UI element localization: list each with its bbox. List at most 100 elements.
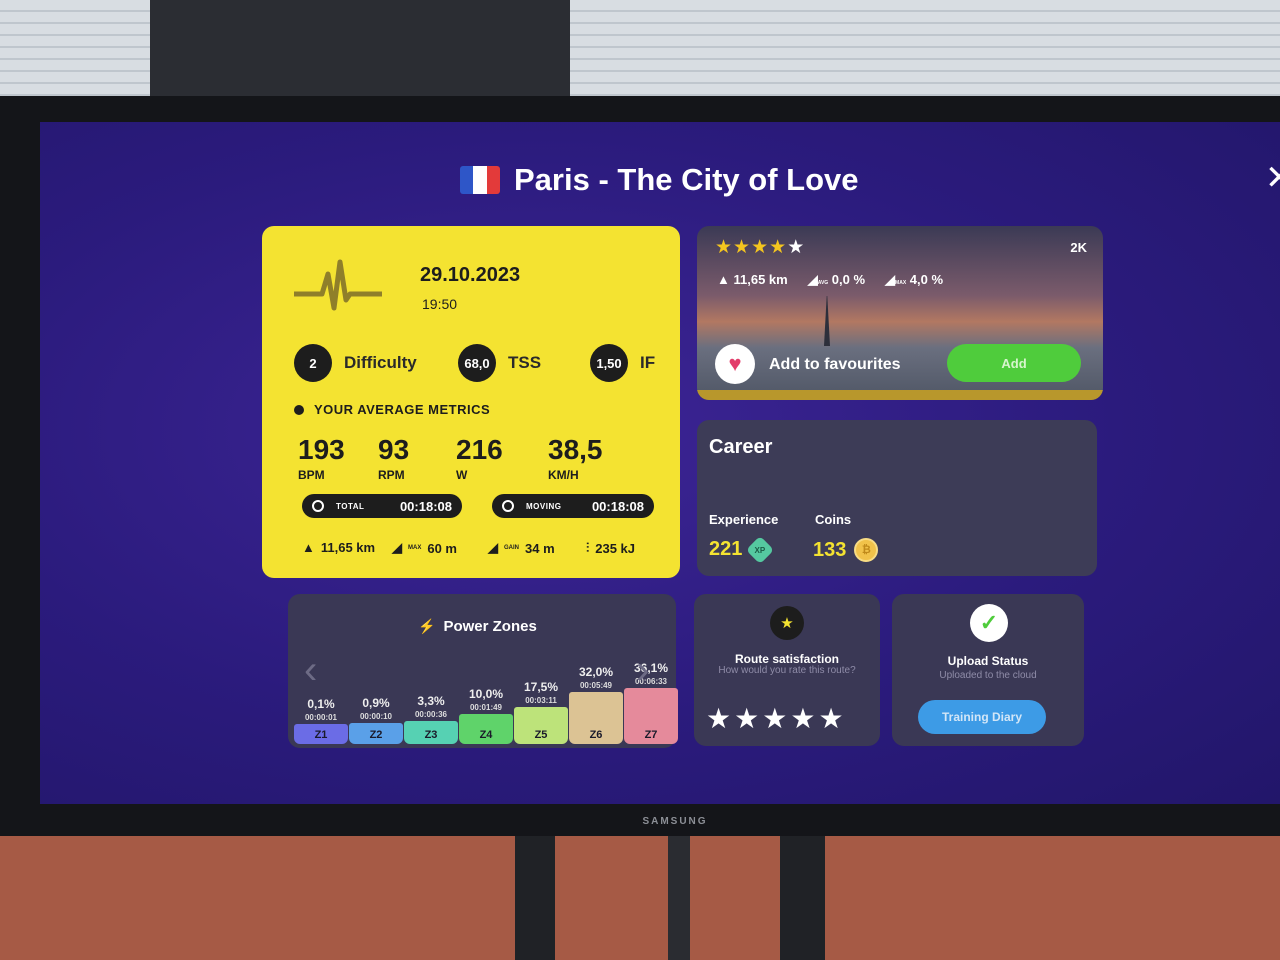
- route-distance: ▲ 11,65 km: [717, 272, 788, 287]
- app-screen: Paris - The City of Love ✕ 29.10.2023 19…: [40, 122, 1280, 804]
- power-zone-bar: Z3: [404, 721, 458, 744]
- energy-icon: ⫶: [586, 540, 590, 555]
- power-zone-z5: 17,5% 00:03:11 Z5: [514, 642, 568, 744]
- metric-unit: RPM: [378, 468, 405, 482]
- heartbeat-icon: [294, 259, 382, 311]
- power-zones-title-text: Power Zones: [443, 618, 537, 635]
- upload-title: Upload Status: [947, 654, 1029, 668]
- france-flag-icon: [460, 166, 500, 194]
- metric-value: 38,5: [548, 434, 603, 465]
- star-filled-icon: ★: [715, 237, 734, 258]
- difficulty-label: Difficulty: [344, 353, 417, 372]
- power-zone-bar: Z4: [459, 714, 513, 744]
- power-zone-bar: Z7: [624, 688, 678, 744]
- power-zone-label: Z3: [424, 729, 438, 741]
- power-zone-bar: Z6: [569, 692, 623, 744]
- metric-value: 216: [456, 434, 503, 465]
- metrics-heading-text: YOUR AVERAGE METRICS: [314, 402, 491, 417]
- xp-icon-label: XP: [755, 544, 766, 554]
- power-zone-duration: 00:03:11: [525, 696, 557, 705]
- heart-icon[interactable]: ♥: [715, 344, 755, 384]
- metric-heart-rate: 193 BPM: [298, 434, 345, 482]
- experience-value-group: 221 XP: [709, 535, 775, 564]
- resolution-badge: 2K: [1070, 240, 1087, 255]
- close-icon[interactable]: ✕: [1265, 158, 1280, 198]
- metrics-icon: [294, 404, 304, 415]
- power-zone-percent: 0,1%: [307, 697, 335, 711]
- star-filled-icon: ★: [769, 237, 788, 258]
- total-time-pill: TOTAL 00:18:08: [302, 494, 462, 518]
- moving-time-label: MOVING: [526, 501, 562, 511]
- stat-label: MAX: [408, 545, 422, 551]
- stat-elevation-gain: ◢ GAIN 34 m: [488, 540, 555, 556]
- power-zone-bar: Z5: [514, 707, 568, 744]
- power-zone-percent: 32,0%: [578, 665, 614, 679]
- upload-status-card: ✓ Upload Status Uploaded to the cloud Tr…: [892, 594, 1084, 746]
- power-zone-label: Z1: [314, 729, 328, 741]
- chevron-right-icon[interactable]: ›: [636, 648, 649, 693]
- add-favourite-button[interactable]: Add: [947, 344, 1081, 382]
- power-zone-percent: 10,0%: [468, 687, 504, 701]
- star-filled-icon: ★: [733, 237, 752, 258]
- power-zone-percent: 0,9%: [362, 696, 390, 710]
- training-diary-button[interactable]: Training Diary: [918, 700, 1046, 734]
- stat-label: GAIN: [504, 545, 519, 551]
- distance-icon: ▲: [302, 540, 315, 555]
- coins-value: 133: [813, 538, 847, 561]
- clock-icon: [312, 500, 324, 512]
- page-header: Paris - The City of Love: [460, 162, 859, 198]
- metric-unit: W: [456, 468, 468, 482]
- lightning-icon: ⚡: [418, 618, 436, 634]
- power-zone-z1: 0,1% 00:00:01 Z1: [294, 642, 348, 744]
- stat-value: 235 kJ: [595, 540, 636, 556]
- experience-value: 221: [709, 538, 743, 560]
- power-zone-label: Z5: [534, 729, 548, 741]
- power-zone-label: Z7: [644, 729, 658, 741]
- metric-power: 216 W: [456, 434, 503, 482]
- avg-grade-label: AVG: [817, 280, 829, 286]
- metric-value: 193: [298, 434, 345, 465]
- monitor-stand-right: [780, 830, 825, 960]
- rating-star-icon[interactable]: ★: [706, 703, 734, 734]
- monitor-brand: SAMSUNG: [642, 816, 708, 827]
- star-empty-icon: ★: [787, 237, 806, 258]
- difficulty-value: 2: [294, 344, 332, 382]
- if-label: IF: [640, 353, 656, 372]
- rating-star-icon[interactable]: ★: [790, 703, 818, 734]
- metric-value: 93: [378, 434, 410, 465]
- avg-grade-value: 0,0 %: [831, 272, 866, 287]
- rating-star-icon[interactable]: ★: [818, 703, 846, 734]
- monitor-stand-left: [515, 830, 555, 960]
- rating-star-icon[interactable]: ★: [762, 703, 790, 734]
- route-max-grade: ◢MAX 4,0 %: [885, 272, 944, 287]
- chevron-left-icon[interactable]: ‹: [304, 648, 317, 693]
- power-zone-duration: 00:00:10: [359, 712, 393, 721]
- max-grade-label: MAX: [895, 280, 907, 286]
- power-zone-z4: 10,0% 00:01:49 Z4: [459, 642, 513, 744]
- total-time-value: 00:18:08: [399, 498, 452, 514]
- stat-distance: ▲ 11,65 km: [302, 540, 375, 555]
- power-zone-label: Z2: [369, 729, 383, 741]
- rating-star-icon[interactable]: ★: [734, 703, 762, 734]
- route-stats: ▲ 11,65 km ◢AVG 0,0 % ◢MAX 4,0 %: [717, 272, 943, 288]
- power-zones-chart: 0,1% 00:00:01 Z1 0,9% 00:00:10 Z2 3,3% 00:00:36…: [294, 642, 680, 744]
- ride-summary-card: 29.10.2023 19:50 2 Difficulty 68,0 TSS 1…: [262, 226, 680, 578]
- route-rating-stars: ★★★★★: [715, 236, 805, 259]
- coins-value-group: 133 ₿: [813, 538, 879, 562]
- star-icon: ★: [770, 606, 804, 640]
- metric-cadence: 93 RPM: [378, 434, 409, 482]
- stat-value: 34 m: [525, 540, 555, 556]
- power-zone-percent: 3,3%: [417, 694, 445, 708]
- route-avg-grade: ◢AVG 0,0 %: [807, 272, 866, 287]
- star-filled-icon: ★: [751, 237, 770, 258]
- power-zone-duration: 00:00:01: [304, 713, 338, 722]
- tss-label: TSS: [508, 353, 542, 372]
- power-zone-duration: 00:05:49: [579, 681, 613, 690]
- moving-time-value: 00:18:08: [591, 498, 644, 514]
- stat-max-elevation: ◢ MAX 60 m: [392, 540, 457, 556]
- coin-icon: ₿: [854, 538, 879, 562]
- add-to-favourites-label: Add to favourites: [769, 356, 901, 373]
- power-zone-z3: 3,3% 00:00:36 Z3: [404, 642, 458, 744]
- eiffel-tower-image: [824, 296, 830, 346]
- if-value: 1,50: [590, 344, 628, 382]
